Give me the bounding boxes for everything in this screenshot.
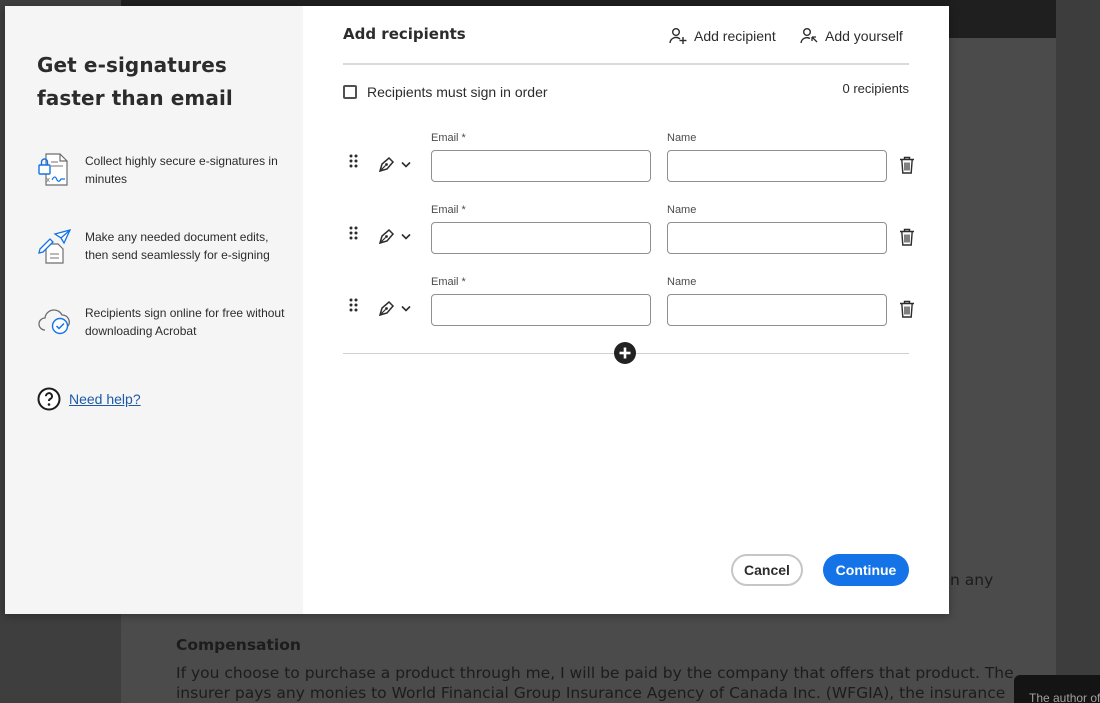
role-dropdown[interactable] xyxy=(375,298,415,318)
trash-icon[interactable] xyxy=(899,156,915,174)
continue-button[interactable]: Continue xyxy=(823,554,909,586)
add-recipients-dialog: Get e-signatures faster than email x Col… xyxy=(5,6,949,614)
feature-item: x Collect highly secure e-signatures in … xyxy=(37,152,287,192)
role-dropdown[interactable] xyxy=(375,226,415,246)
svg-text:x: x xyxy=(46,176,50,184)
email-field[interactable] xyxy=(431,222,651,254)
trash-icon[interactable] xyxy=(899,300,915,318)
name-field[interactable] xyxy=(667,294,887,326)
trash-icon[interactable] xyxy=(899,228,915,246)
background-paragraph-line: insurer pays any monies to World Financi… xyxy=(176,684,1006,702)
help-icon xyxy=(37,387,61,411)
add-row-button[interactable] xyxy=(614,342,636,364)
email-field[interactable] xyxy=(431,150,651,182)
recipient-count: 0 recipients xyxy=(842,81,909,96)
add-yourself-label: Add yourself xyxy=(825,28,903,44)
add-recipient-button[interactable]: Add recipient xyxy=(669,25,776,47)
header-divider xyxy=(343,63,909,65)
drag-handle-icon[interactable] xyxy=(347,226,361,242)
feature-text: Make any needed document edits, then sen… xyxy=(85,230,270,262)
dialog-sidebar: Get e-signatures faster than email x Col… xyxy=(5,6,303,614)
pen-signer-icon xyxy=(378,300,395,317)
name-label: Name xyxy=(667,276,697,288)
feature-text: Recipients sign online for free without … xyxy=(85,306,285,338)
sign-in-order-label: Recipients must sign in order xyxy=(367,84,548,100)
cloud-check-icon xyxy=(37,304,75,340)
secure-document-icon: x xyxy=(37,152,75,188)
name-label: Name xyxy=(667,132,697,144)
recipient-row: Email * Name xyxy=(343,132,923,194)
background-tooltip: The author of xyxy=(1014,675,1100,703)
feature-item: Make any needed document edits, then sen… xyxy=(37,228,287,268)
pen-signer-icon xyxy=(378,228,395,245)
background-paragraph-line: If you choose to purchase a product thro… xyxy=(176,664,1014,682)
background-text-fragment: n any xyxy=(950,571,994,589)
name-label: Name xyxy=(667,204,697,216)
email-label: Email * xyxy=(431,204,466,216)
email-label: Email * xyxy=(431,276,466,288)
recipient-row: Email * Name xyxy=(343,204,923,266)
drag-handle-icon[interactable] xyxy=(347,298,361,314)
need-help-link[interactable]: Need help? xyxy=(69,391,141,407)
drag-handle-icon[interactable] xyxy=(347,154,361,170)
email-label: Email * xyxy=(431,132,466,144)
plus-icon xyxy=(619,347,631,359)
recipient-row: Email * Name xyxy=(343,276,923,338)
cancel-button[interactable]: Cancel xyxy=(731,554,803,586)
feature-item: Recipients sign online for free without … xyxy=(37,304,287,344)
checkbox-box[interactable] xyxy=(343,85,357,99)
recipients-panel: Add recipients Add recipient Add yoursel… xyxy=(303,6,949,614)
pen-signer-icon xyxy=(378,156,395,173)
panel-title: Add recipients xyxy=(343,25,466,43)
edit-send-icon xyxy=(37,228,75,264)
email-field[interactable] xyxy=(431,294,651,326)
name-field[interactable] xyxy=(667,222,887,254)
sign-in-order-checkbox[interactable]: Recipients must sign in order xyxy=(343,84,548,100)
chevron-down-icon xyxy=(401,233,411,240)
background-heading: Compensation xyxy=(176,636,301,654)
tooltip-text: The author of xyxy=(1029,691,1100,703)
chevron-down-icon xyxy=(401,161,411,168)
add-yourself-button[interactable]: Add yourself xyxy=(800,25,903,47)
add-person-icon xyxy=(669,28,687,44)
role-dropdown[interactable] xyxy=(375,154,415,174)
add-recipient-label: Add recipient xyxy=(694,28,776,44)
sidebar-title: Get e-signatures faster than email xyxy=(37,53,233,110)
person-self-icon xyxy=(800,28,818,44)
name-field[interactable] xyxy=(667,150,887,182)
background-right-panel xyxy=(1056,0,1100,703)
feature-text: Collect highly secure e-signatures in mi… xyxy=(85,154,278,186)
chevron-down-icon xyxy=(401,305,411,312)
